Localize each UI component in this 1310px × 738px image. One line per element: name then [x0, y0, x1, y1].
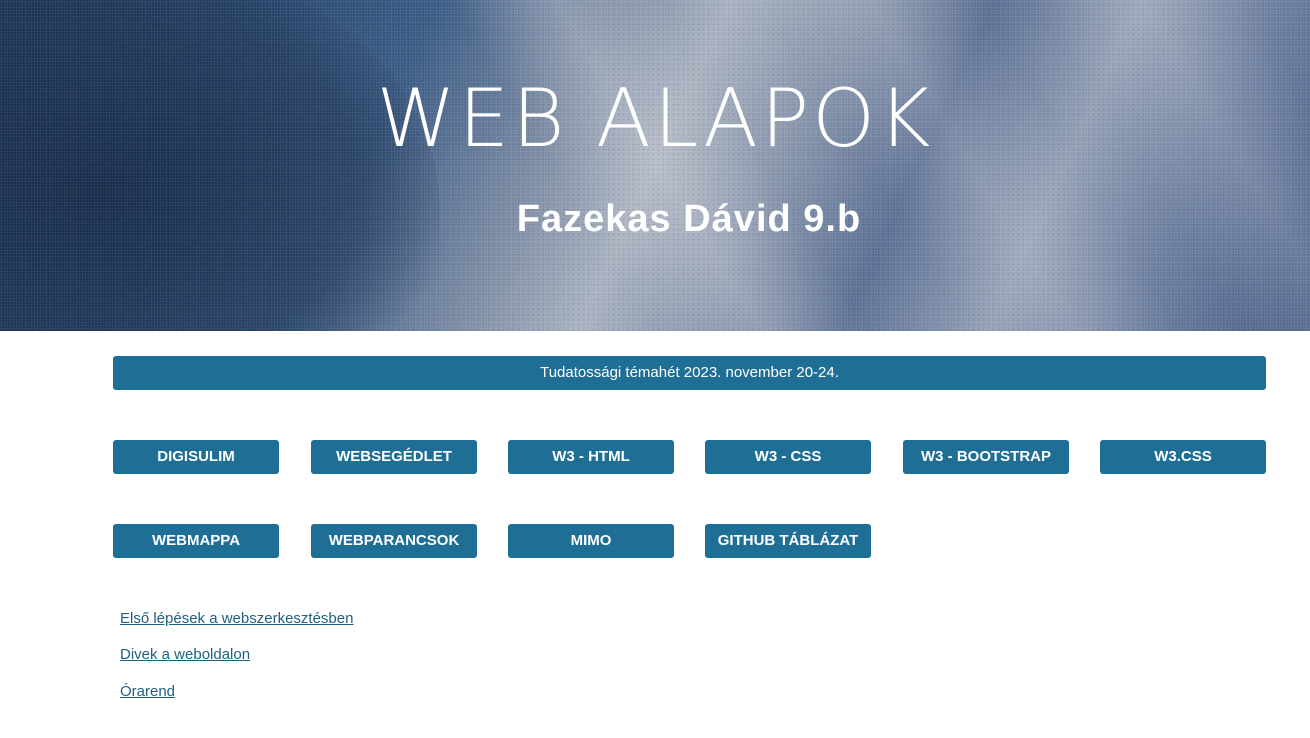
webmappa-button[interactable]: WEBMAPPA — [113, 524, 279, 558]
w3-bootstrap-button[interactable]: W3 - BOOTSTRAP — [903, 440, 1069, 474]
link-divs[interactable]: Divek a weboldalon — [120, 646, 250, 663]
github-tablazat-button[interactable]: GITHUB TÁBLÁZAT — [705, 524, 871, 558]
w3css-button[interactable]: W3.CSS — [1100, 440, 1266, 474]
page-subtitle: Fazekas Dávid 9.b — [516, 198, 862, 240]
link-first-steps[interactable]: Első lépések a webszerkesztésben — [120, 610, 353, 627]
notice-banner: Tudatossági témahét 2023. november 20-24… — [113, 356, 1266, 390]
hero-background-texture — [0, 0, 1310, 331]
mimo-button[interactable]: MIMO — [508, 524, 674, 558]
link-timetable[interactable]: Órarend — [120, 683, 175, 700]
webparancsok-button[interactable]: WEBPARANCSOK — [311, 524, 477, 558]
w3-css-button[interactable]: W3 - CSS — [705, 440, 871, 474]
hero-banner: WEB ALAPOK Fazekas Dávid 9.b — [0, 0, 1310, 331]
websegedlet-button[interactable]: WEBSEGÉDLET — [311, 440, 477, 474]
digisulim-button[interactable]: DIGISULIM — [113, 440, 279, 474]
w3-html-button[interactable]: W3 - HTML — [508, 440, 674, 474]
page-title: WEB ALAPOK — [376, 72, 934, 165]
